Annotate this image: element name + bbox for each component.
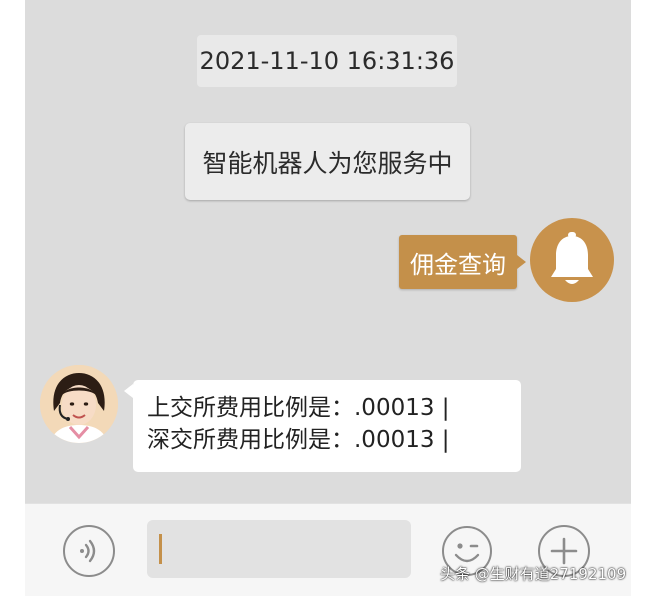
timestamp-text: 2021-11-10 16:31:36 [199,47,455,75]
outgoing-message-bubble[interactable]: 佣金查询 [399,235,526,289]
watermark-text: 头条 @生财有道27192109 [440,565,627,583]
voice-input-button[interactable] [63,525,115,577]
message-timestamp: 2021-11-10 16:31:36 [197,35,457,87]
system-status-message: 智能机器人为您服务中 [185,123,470,200]
user-avatar-bell[interactable] [530,218,614,302]
agent-avatar[interactable] [40,365,118,443]
voice-icon [80,539,96,563]
bell-icon [551,232,593,284]
chat-screen: 2021-11-10 16:31:36 智能机器人为您服务中 佣金查询 上交所费… [25,0,631,596]
text-caret [159,534,162,564]
reply-line-szse: 深交所费用比例是：.00013 | [147,427,450,453]
incoming-message-bubble[interactable]: 上交所费用比例是：.00013 | 深交所费用比例是：.00013 | [124,380,521,472]
system-message-text: 智能机器人为您服务中 [202,148,453,178]
customer-service-agent-icon [40,365,118,443]
reply-line-sse: 上交所费用比例是：.00013 | [147,395,450,421]
message-input[interactable] [147,520,411,578]
outgoing-message-text: 佣金查询 [410,250,506,279]
plus-icon [550,537,578,565]
